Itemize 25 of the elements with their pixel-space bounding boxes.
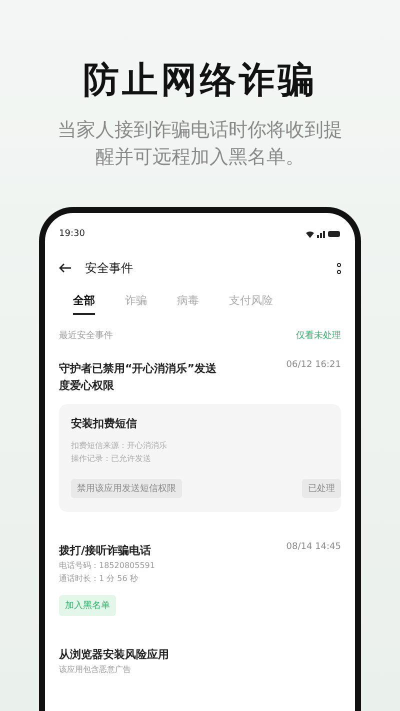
section-label: 最近安全事件: [59, 330, 113, 342]
card-detail: 扣费短信来源：开心消消乐: [71, 440, 168, 452]
event-title: 从浏览器安装风险应用: [59, 647, 170, 663]
status-icons-icon: [305, 230, 341, 238]
event-title: 拨打/接听诈骗电话: [59, 543, 152, 559]
event-time: 06/12 16:21: [286, 360, 341, 370]
event-title: 守护者已禁用“开心消消乐”发送度爱心权限: [59, 361, 218, 394]
event-detail: 该应用包含恶意广告: [59, 664, 132, 676]
tab[interactable]: 病毒: [177, 293, 199, 315]
page-title: 安全事件: [85, 260, 134, 276]
event-time: 08/14 14:45: [286, 542, 341, 552]
tab[interactable]: 诈骗: [125, 293, 147, 315]
card-detail: 操作记录：已允许发送: [71, 453, 152, 465]
tab[interactable]: 支付风险: [229, 293, 273, 315]
filter-link[interactable]: 仅看未处理: [296, 329, 341, 342]
headline: 防止网络诈骗: [83, 59, 317, 103]
event-detail: 电话号码：18520805591: [59, 560, 156, 572]
card-title: 安装扣费短信: [71, 416, 138, 431]
status-time: 19:30: [59, 229, 85, 239]
event-detail: 通话时长：1 分 56 秒: [59, 573, 139, 585]
blacklist-button[interactable]: 加入黑名单: [59, 595, 116, 616]
subtitle: 当家人接到诈骗电话时你将收到提醒并可远程加入黑名单。: [56, 118, 344, 170]
back-icon[interactable]: [59, 263, 71, 273]
tab[interactable]: 全部: [73, 293, 95, 315]
more-icon[interactable]: [337, 262, 341, 274]
